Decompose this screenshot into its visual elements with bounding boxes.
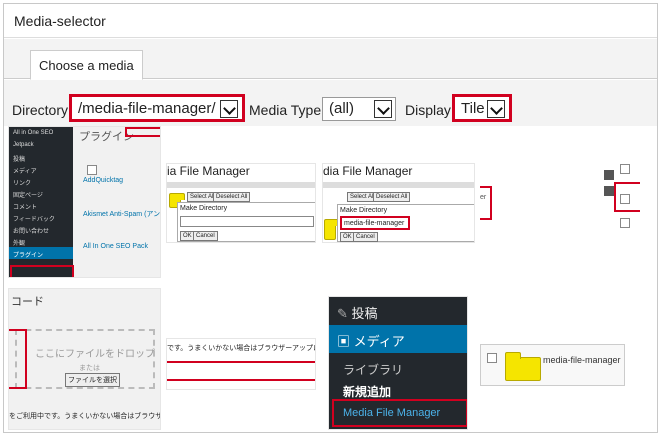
dir-name-input — [180, 216, 314, 227]
cancel-button: Cancel — [193, 231, 218, 241]
folder-checkbox[interactable] — [487, 353, 497, 363]
upload-note: をご利用中です。うまくいかない場合はブラウザーアップロ — [9, 413, 160, 420]
plugin-name: All In One SEO Pack — [83, 243, 148, 250]
media-selector-dialog: Media-selector Choose a media Directory … — [3, 3, 658, 433]
highlight-box — [167, 361, 315, 381]
dialog-title: Media-selector — [4, 4, 657, 38]
cancel-button: Cancel — [353, 232, 378, 242]
menu-posts: ✎ 投稿 — [337, 303, 378, 322]
checkbox — [87, 165, 97, 175]
or-text: または — [79, 365, 100, 372]
checkbox — [620, 164, 630, 174]
checkbox — [620, 194, 630, 204]
folder-label: media-file-manager — [543, 355, 621, 365]
sidebar-item-active: プラグイン — [9, 247, 73, 259]
directory-label: Directory — [12, 102, 69, 118]
media-type-select[interactable]: (all) — [322, 97, 396, 121]
upload-note: です。うまくいかない場合はブラウザーアップローダーをお試 — [167, 345, 315, 352]
menu-posts-label: 投稿 — [351, 306, 378, 321]
media-thumb-make-directory-filled[interactable]: dia File Manager Select All Deselect All… — [322, 163, 475, 243]
deselect-all-button: Deselect All — [373, 192, 411, 202]
media-grid: All in One SEO Jetpack 投稿 メディア リンク 固定ページ… — [4, 126, 657, 432]
media-thumb-media-menu[interactable]: ✎ 投稿 ▣ メディア ライブラリ 新規追加 Media File Manage… — [328, 296, 468, 430]
media-thumb-folder[interactable]: media-file-manager — [480, 344, 625, 386]
sidebar-item: コメント — [13, 205, 38, 211]
menu-media-label: メディア — [353, 334, 405, 349]
sidebar-item: フィードバック — [13, 217, 55, 223]
folder-icon — [505, 352, 541, 381]
folder-icon — [324, 219, 340, 240]
sidebar-item: リンク — [13, 181, 32, 187]
thumb-title: ia File Manager — [167, 164, 250, 178]
sidebar-item: お問い合わせ — [13, 229, 50, 235]
checkbox — [620, 218, 630, 228]
media-thumb-upload-note[interactable]: です。うまくいかない場合はブラウザーアップローダーをお試 — [166, 338, 316, 390]
dir-name-value: media-file-manager — [344, 220, 405, 227]
sidebar-item: メディア — [13, 169, 37, 175]
sidebar-item: All in One SEO — [13, 130, 54, 136]
menu-library: ライブラリ — [343, 363, 404, 377]
media-thumb-wp-plugins[interactable]: All in One SEO Jetpack 投稿 メディア リンク 固定ページ… — [8, 126, 161, 278]
media-icon: ▣ — [337, 334, 351, 349]
directory-value: /media-file-manager/ — [78, 100, 216, 117]
chevron-down-icon — [487, 100, 505, 118]
divider — [167, 182, 315, 188]
plugin-name: AddQuicktag — [83, 177, 124, 184]
sidebar-item: Jetpack — [13, 142, 34, 148]
media-type-label: Media Type: — [249, 102, 326, 118]
display-label: Display: — [405, 102, 455, 118]
sidebar-item: 外観 — [13, 241, 26, 247]
menu-add-new: 新規追加 — [343, 385, 392, 399]
divider — [323, 182, 474, 188]
filter-controls: Directory /media-file-manager/ Media Typ… — [4, 80, 657, 126]
drop-text: ここにファイルをドロップ — [35, 349, 155, 360]
dir-name-input: media-file-manager — [340, 216, 410, 230]
make-dir-label: Make Directory — [340, 207, 388, 214]
media-thumb-make-directory[interactable]: ia File Manager Select All Deselect All … — [166, 163, 316, 243]
tab-choose-a-media[interactable]: Choose a media — [30, 50, 143, 80]
select-file-button: ファイルを選択 — [65, 373, 120, 387]
highlight-box — [125, 127, 160, 137]
menu-media-file-manager: Media File Manager — [343, 407, 441, 419]
menu-media: ▣ メディア — [329, 325, 467, 353]
media-thumb-cropped[interactable]: er — [480, 186, 494, 220]
pin-icon: ✎ — [337, 306, 348, 321]
highlight-box — [9, 329, 27, 389]
make-dir-label: Make Directory — [180, 205, 228, 212]
wp-admin-sidebar: All in One SEO Jetpack 投稿 メディア リンク 固定ページ… — [9, 127, 73, 277]
media-type-value: (all) — [329, 100, 354, 117]
media-thumb-upload[interactable]: コード ここにファイルをドロップ または ファイルを選択 をご利用中です。うまく… — [8, 288, 161, 430]
highlight-box — [10, 265, 74, 277]
highlight-box — [480, 186, 492, 220]
display-value: Tile — [461, 100, 485, 117]
directory-select[interactable]: /media-file-manager/ — [69, 94, 245, 122]
media-thumb-cropped-controls[interactable] — [604, 162, 654, 246]
chevron-down-icon — [220, 100, 238, 118]
sidebar-item: 固定ページ — [13, 193, 43, 199]
plugin-name: Akismet Anti-Spam (アン — [83, 211, 161, 218]
sidebar-item: 投稿 — [13, 157, 26, 163]
chevron-down-icon — [374, 100, 392, 118]
play-icon — [604, 170, 614, 180]
tab-bar: Choose a media — [4, 39, 657, 80]
deselect-all-button: Deselect All — [213, 192, 251, 202]
upload-heading: コード — [11, 296, 44, 308]
display-select[interactable]: Tile — [452, 94, 512, 122]
back-icon — [604, 186, 614, 196]
thumb-title: dia File Manager — [323, 164, 413, 178]
